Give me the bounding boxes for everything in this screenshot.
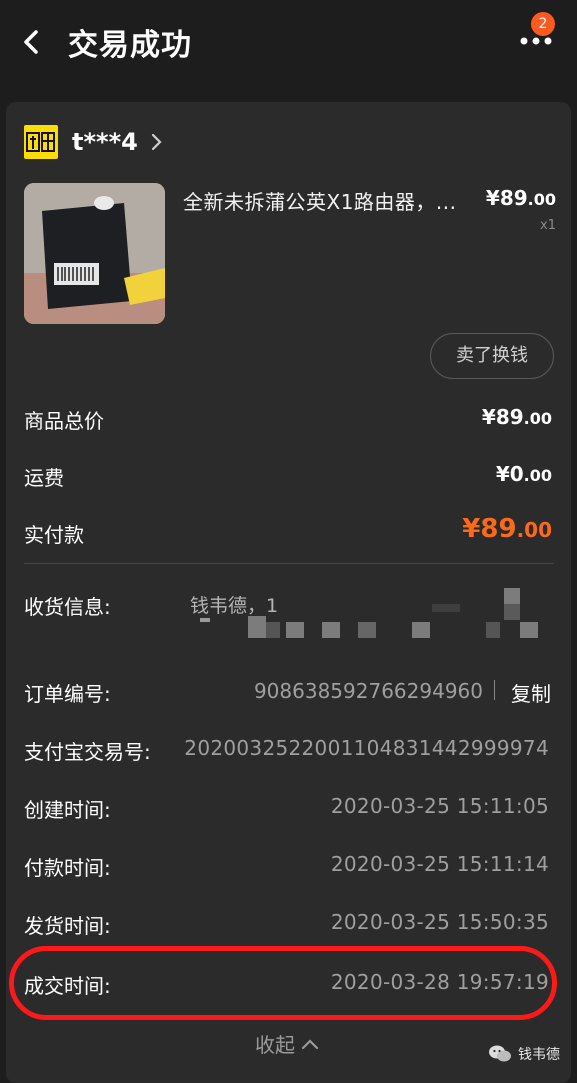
product-price-main: ¥89 xyxy=(485,186,528,210)
page-title: 交易成功 xyxy=(68,28,192,63)
seller-row[interactable]: t***4 xyxy=(24,124,164,160)
product-quantity: x1 xyxy=(540,218,556,233)
paid-decimal: .00 xyxy=(516,518,552,542)
product-title[interactable]: 全新未拆蒲公英X1路由器，... xyxy=(183,186,457,215)
product-price: ¥89.00 xyxy=(486,186,556,210)
alipay-number-label: 支付宝交易号: xyxy=(24,740,151,764)
alipay-number-value: 2020032522001104831442999974 xyxy=(184,736,549,760)
order-number-label: 订单编号: xyxy=(24,682,111,706)
address-label: 收货信息: xyxy=(24,595,111,619)
collapse-label: 收起 xyxy=(255,1033,295,1057)
goods-total-value: ¥89.00 xyxy=(482,405,552,429)
xianyu-logo-icon xyxy=(24,125,58,159)
separator xyxy=(494,680,495,700)
resell-button[interactable]: 卖了换钱 xyxy=(430,333,554,379)
copy-button[interactable]: 复制 xyxy=(511,678,551,707)
wechat-watermark: 钱韦德 xyxy=(488,1044,560,1064)
paid-label: 实付款 xyxy=(24,523,84,547)
seller-name: t***4 xyxy=(72,128,138,156)
top-bar: 交易成功 2 xyxy=(0,0,577,86)
shipping-value: ¥0.00 xyxy=(496,462,552,486)
wechat-icon xyxy=(489,1045,511,1062)
product-price-decimal: .00 xyxy=(527,190,556,209)
collapse-button[interactable]: 收起 xyxy=(255,1029,319,1058)
paid-time-value: 2020-03-25 15:11:14 xyxy=(330,852,549,876)
divider xyxy=(24,563,554,564)
more-icon[interactable] xyxy=(519,34,553,48)
shipping-decimal: .00 xyxy=(523,466,552,485)
chevron-right-icon xyxy=(151,133,162,151)
goods-total-main: ¥89 xyxy=(481,405,524,429)
goods-total-label: 商品总价 xyxy=(24,409,104,433)
address-value: 钱韦德，1 xyxy=(190,595,279,617)
back-arrow-icon[interactable] xyxy=(18,24,46,60)
shipped-time-value: 2020-03-25 15:50:35 xyxy=(330,910,549,934)
notification-badge: 2 xyxy=(531,12,555,36)
paid-main: ¥89 xyxy=(462,514,517,544)
paid-value: ¥89.00 xyxy=(462,514,552,544)
watermark-text: 钱韦德 xyxy=(518,1047,560,1063)
product-image[interactable] xyxy=(24,183,165,324)
goods-total-decimal: .00 xyxy=(523,409,552,428)
created-time-label: 创建时间: xyxy=(24,798,111,822)
chevron-up-icon xyxy=(301,1038,319,1049)
order-number-value: 908638592766294960 xyxy=(253,679,483,703)
paid-time-label: 付款时间: xyxy=(24,856,111,880)
shipping-main: ¥0 xyxy=(495,462,524,486)
shipping-label: 运费 xyxy=(24,466,64,490)
shipped-time-label: 发货时间: xyxy=(24,914,111,938)
created-time-value: 2020-03-25 15:11:05 xyxy=(330,794,549,818)
highlight-circle xyxy=(9,946,557,1020)
